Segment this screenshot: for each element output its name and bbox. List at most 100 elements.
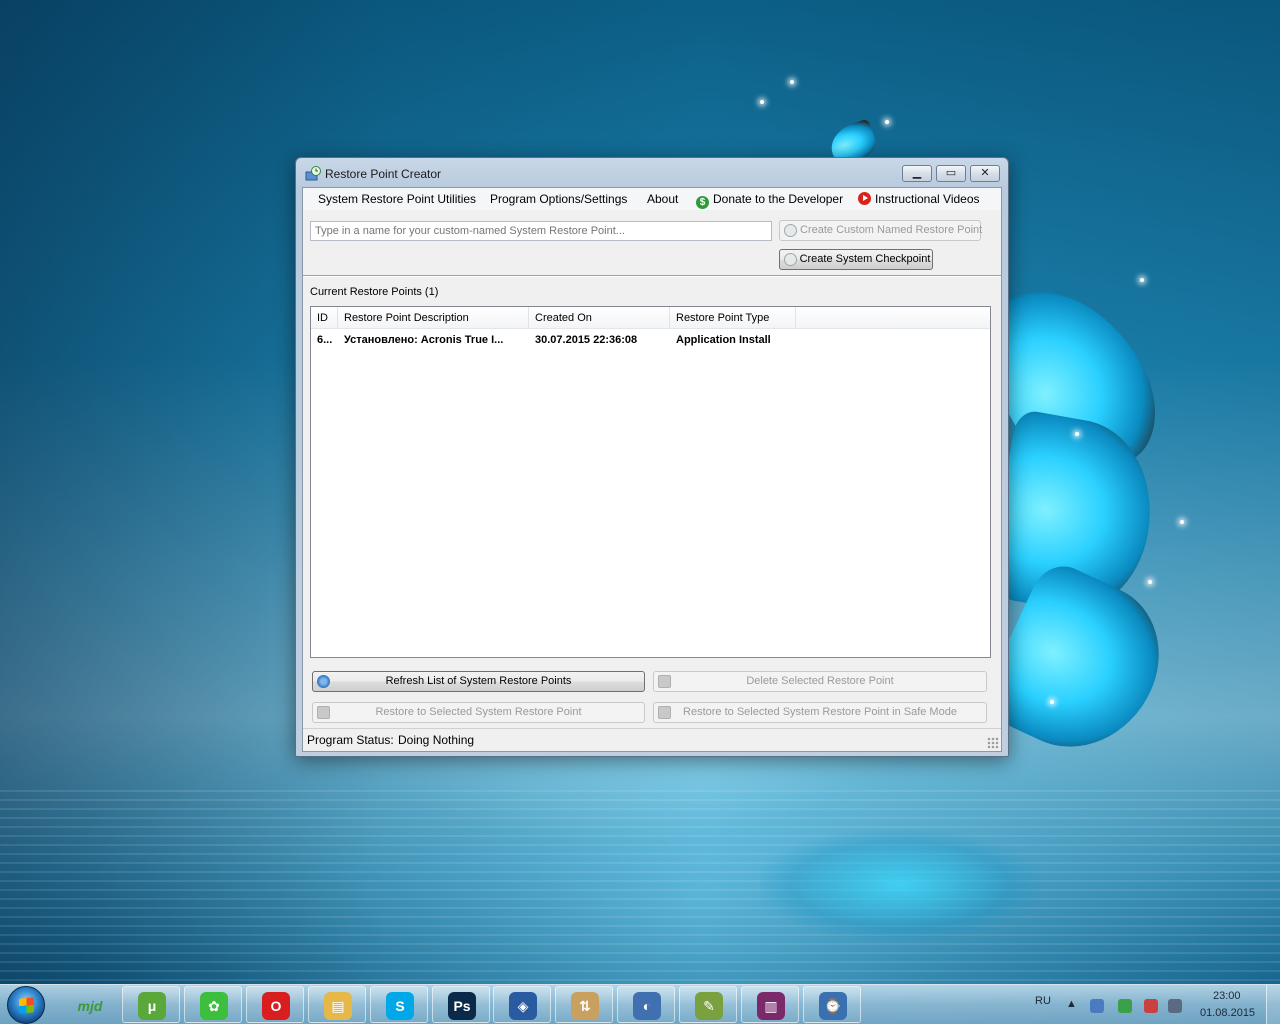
cell-id: 6... (317, 334, 333, 346)
taskbar-app-button[interactable]: Ps (432, 986, 490, 1023)
cell-description: Установлено: Acronis True I... (344, 334, 504, 346)
restore-points-list[interactable]: ID Restore Point Description Created On … (310, 306, 991, 658)
taskbar-app-button[interactable]: ⌚ (803, 986, 861, 1023)
explorer-folder-icon: ▤ (324, 992, 352, 1020)
backup-icon: ⇅ (571, 992, 599, 1020)
desktop-water-reflection (0, 790, 1280, 984)
butterfly-reflection-decoration (760, 830, 1040, 940)
start-button[interactable] (7, 986, 45, 1024)
refresh-restore-points-button[interactable]: Refresh List of System Restore Points (312, 671, 645, 692)
current-restore-points-label: Current Restore Points (1) (310, 286, 439, 298)
menu-bar: System Restore Point Utilities Program O… (303, 188, 1001, 210)
resize-grip[interactable] (987, 737, 999, 749)
sparkle-decoration (790, 80, 794, 84)
restore-point-name-input[interactable] (310, 221, 772, 241)
opera-icon: O (262, 992, 290, 1020)
taskbar-app-button[interactable]: ✎ (679, 986, 737, 1023)
taskbar-app-button[interactable]: ▤ (308, 986, 366, 1023)
photoshop-icon: Ps (448, 992, 476, 1020)
mjd-icon: mjd (77, 998, 103, 1014)
skype-icon: S (386, 992, 414, 1020)
taskbar-app-button[interactable]: ◈ (493, 986, 551, 1023)
column-header-description[interactable]: Restore Point Description (338, 307, 529, 329)
close-icon: ✕ (980, 167, 990, 179)
taskbar-app-button[interactable]: ⇅ (555, 986, 613, 1023)
maximize-button[interactable]: ▭ (936, 165, 966, 182)
create-custom-restore-point-button[interactable]: Create Custom Named Restore Point (779, 220, 983, 241)
create-custom-restore-point-label: Create Custom Named Restore Point (800, 224, 983, 236)
column-header-created-on[interactable]: Created On (529, 307, 670, 329)
cell-created-on: 30.07.2015 22:36:08 (535, 334, 638, 346)
taskbar-app-button[interactable]: O (246, 986, 304, 1023)
windows-logo-icon (19, 997, 34, 1014)
status-bar: Program Status: Doing Nothing (303, 728, 1001, 751)
restore-to-selected-button[interactable]: Restore to Selected System Restore Point (312, 702, 645, 723)
column-header-type[interactable]: Restore Point Type (670, 307, 796, 329)
taskbar-app-button[interactable]: ▥ (741, 986, 799, 1023)
sparkle-decoration (1050, 700, 1054, 704)
menu-donate-label: Donate to the Developer (713, 192, 844, 206)
program-status-value: Doing Nothing (398, 733, 475, 747)
title-bar[interactable]: Restore Point Creator ▁ ▭ ✕ (296, 158, 1008, 188)
winrar-icon: ▥ (757, 992, 785, 1020)
table-row[interactable]: 6... Установлено: Acronis True I... 30.0… (311, 331, 990, 349)
show-desktop-button[interactable] (1266, 985, 1280, 1024)
close-button[interactable]: ✕ (970, 165, 1000, 182)
cell-type: Application Install (676, 334, 771, 346)
minimize-button[interactable]: ▁ (902, 165, 932, 182)
utorrent-icon: μ (138, 992, 166, 1020)
restore-to-selected-label: Restore to Selected System Restore Point (375, 706, 582, 718)
security-tray-icon[interactable] (1118, 999, 1132, 1013)
sparkle-decoration (885, 120, 889, 124)
create-system-checkpoint-button[interactable]: Create System Checkpoint (779, 249, 933, 270)
clock-date[interactable]: 01.08.2015 (1200, 1007, 1255, 1019)
refresh-icon (317, 675, 330, 688)
restore-drive-icon (658, 706, 671, 719)
trash-icon (658, 675, 671, 688)
taskbar-app-button[interactable]: ✿ (184, 986, 242, 1023)
sparkle-decoration (1140, 278, 1144, 282)
play-icon (858, 192, 871, 205)
refresh-restore-points-label: Refresh List of System Restore Points (385, 675, 572, 687)
ccleaner-icon: ✎ (695, 992, 723, 1020)
virtualbox-icon: ◈ (509, 992, 537, 1020)
menu-instructional-videos[interactable]: Instructional Videos (858, 192, 980, 206)
taskbar: mjd μ ✿ O ▤ S Ps ◈ ⇅ ◐ ✎ ▥ ⌚ RU ▲ 23:00 01.08.2015 (0, 984, 1280, 1024)
window-client-area: System Restore Point Utilities Program O… (302, 187, 1002, 752)
network-globe-icon: ◐ (633, 992, 661, 1020)
delete-restore-point-label: Delete Selected Restore Point (746, 675, 894, 687)
checkpoint-icon (784, 224, 797, 237)
menu-donate[interactable]: $ Donate to the Developer (696, 192, 843, 209)
sparkle-decoration (1148, 580, 1152, 584)
program-status-label: Program Status: (307, 733, 394, 747)
taskbar-app-button[interactable]: S (370, 986, 428, 1023)
sparkle-decoration (1180, 520, 1184, 524)
taskbar-app-button[interactable]: mjd (60, 986, 118, 1023)
dollar-icon: $ (696, 196, 709, 209)
menu-system-restore-point-utilities[interactable]: System Restore Point Utilities (318, 192, 476, 206)
maximize-icon: ▭ (945, 167, 957, 179)
restore-safe-mode-button[interactable]: Restore to Selected System Restore Point… (653, 702, 987, 723)
volume-muted-icon[interactable] (1144, 999, 1158, 1013)
taskbar-app-button[interactable]: ◐ (617, 986, 675, 1023)
show-hidden-icons-chevron-icon[interactable]: ▲ (1066, 998, 1077, 1010)
separator (303, 275, 1001, 277)
action-center-icon[interactable] (1168, 999, 1182, 1013)
language-indicator[interactable]: RU (1035, 995, 1051, 1007)
restore-clock-icon (305, 166, 321, 181)
network-tray-icon[interactable] (1090, 999, 1104, 1013)
menu-about[interactable]: About (647, 192, 678, 206)
checkpoint-icon (784, 253, 797, 266)
clock-time[interactable]: 23:00 (1213, 990, 1241, 1002)
delete-restore-point-button[interactable]: Delete Selected Restore Point (653, 671, 987, 692)
taskbar-app-button[interactable]: μ (122, 986, 180, 1023)
column-header-id[interactable]: ID (311, 307, 338, 329)
minimize-icon: ▁ (912, 167, 922, 179)
icq-icon: ✿ (200, 992, 228, 1020)
list-header: ID Restore Point Description Created On … (311, 307, 990, 329)
menu-program-options-settings[interactable]: Program Options/Settings (490, 192, 627, 206)
window-title: Restore Point Creator (325, 167, 442, 181)
restore-point-creator-icon: ⌚ (819, 992, 847, 1020)
sparkle-decoration (760, 100, 764, 104)
restore-safe-mode-label: Restore to Selected System Restore Point… (683, 706, 957, 718)
